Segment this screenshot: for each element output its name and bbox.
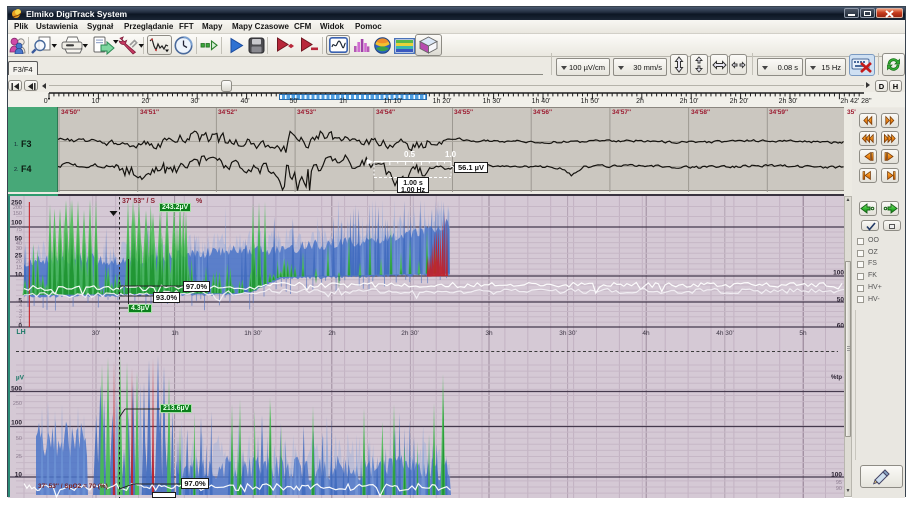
- svg-text:1.0: 1.0: [445, 150, 457, 159]
- svg-text:0.5: 0.5: [404, 150, 416, 159]
